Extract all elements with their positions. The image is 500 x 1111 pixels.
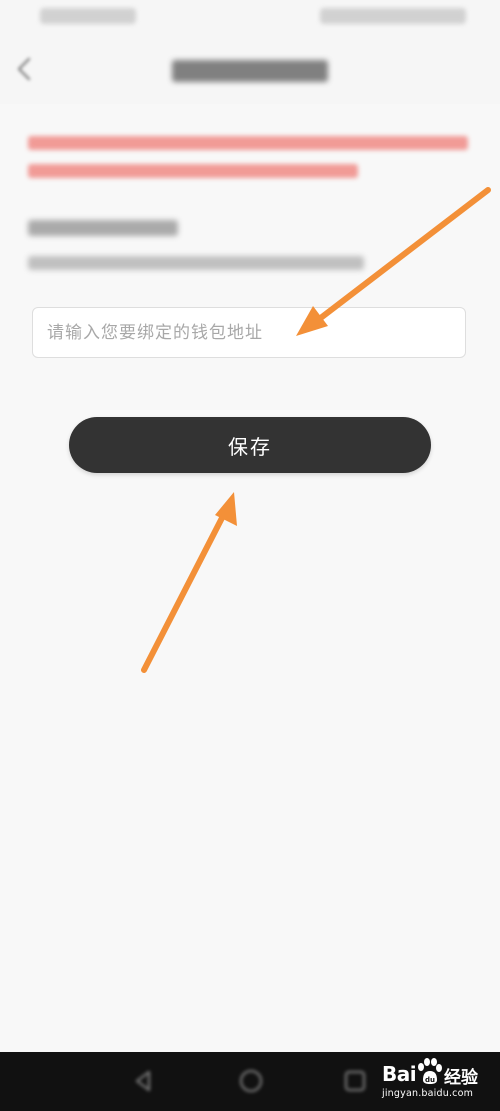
status-carrier-blurred (40, 8, 136, 24)
circle-home-icon[interactable] (236, 1066, 266, 1096)
notice-line (28, 136, 468, 150)
arrow-to-save-button (141, 492, 237, 673)
notice-line (28, 164, 358, 178)
status-bar (0, 0, 500, 34)
page-title-blurred (172, 60, 328, 82)
svg-text:du: du (425, 1076, 435, 1084)
chevron-left-icon[interactable] (14, 56, 36, 82)
current-address-value-blurred (28, 256, 364, 270)
watermark-brand: 经验 (444, 1068, 478, 1088)
triangle-back-icon[interactable] (128, 1066, 158, 1096)
save-button[interactable]: 保存 (69, 417, 431, 473)
current-address-label-blurred (28, 220, 178, 236)
wallet-address-field (32, 307, 466, 358)
warning-notice-blurred (28, 132, 468, 188)
bind-wallet-page: 保存 Bai du 经验 (0, 0, 500, 1111)
status-indicators-blurred (320, 8, 466, 24)
paw-icon: du (418, 1058, 442, 1084)
watermark-logo-text: Bai (382, 1062, 417, 1086)
arrow-head-icon (215, 492, 237, 526)
app-header (0, 34, 500, 104)
watermark-url: jingyan.baidu.com (382, 1088, 474, 1099)
wallet-address-input[interactable] (33, 308, 465, 357)
baidu-jingyan-watermark: Bai du 经验 jingyan.baidu.com (382, 1058, 494, 1102)
square-recent-icon[interactable] (340, 1066, 370, 1096)
